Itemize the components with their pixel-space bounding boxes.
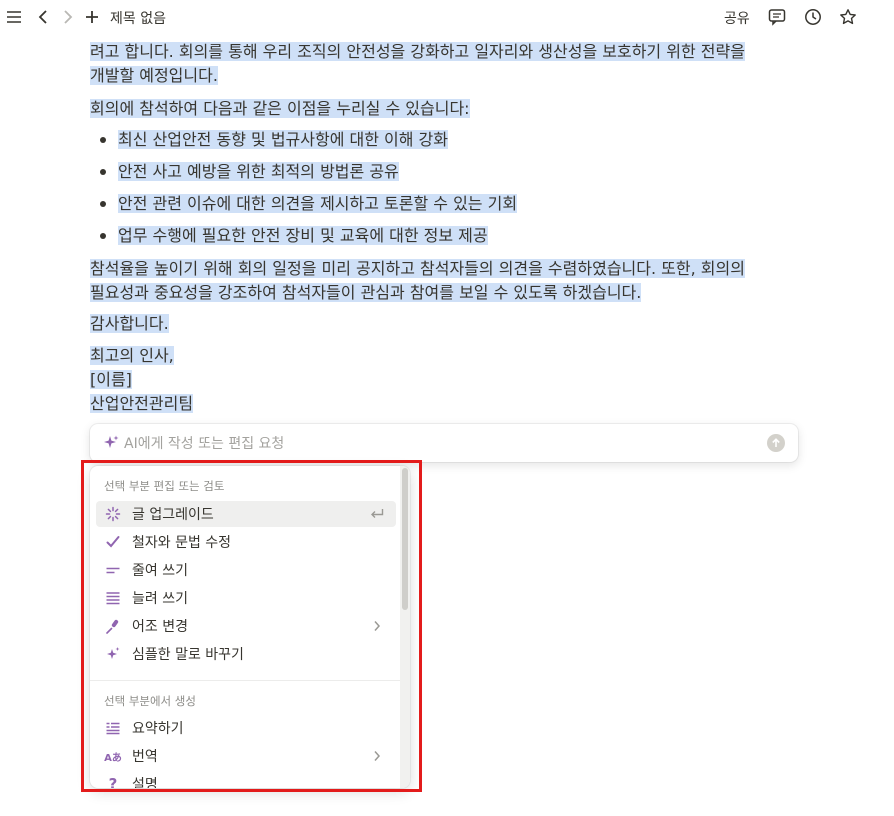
comment-icon[interactable]: [768, 8, 786, 26]
sparkles-icon: [104, 645, 122, 663]
paragraph-line: 참석율을 높이기 위해 회의 일정을 미리 공지하고 참석자들의 의견을 수렴하…: [90, 259, 745, 278]
share-button[interactable]: 공유: [724, 8, 750, 28]
enter-key-icon: [368, 505, 386, 523]
ai-sparkle-icon: [102, 434, 120, 452]
question-icon: ?: [108, 775, 118, 788]
signature-block[interactable]: 최고의 인사, [이름] 산업안전관리팀: [90, 344, 194, 416]
bullet-dot: [100, 201, 106, 207]
translate-icon: Aあ: [104, 752, 122, 764]
paragraph[interactable]: 회의에 참석하여 다음과 같은 이점을 누리실 수 있습니다:: [90, 97, 470, 121]
menu-item-make-longer[interactable]: 늘려 쓰기: [96, 585, 396, 611]
history-icon[interactable]: [804, 8, 822, 26]
menu-item-simplify[interactable]: 심플한 말로 바꾸기: [96, 641, 396, 667]
menu-item-label: 어조 변경: [132, 619, 188, 635]
menu-item-make-shorter[interactable]: 줄여 쓰기: [96, 557, 396, 583]
menu-item-improve-writing[interactable]: 글 업그레이드: [96, 501, 396, 527]
list-item-text: 최신 산업안전 동향 및 법규사항에 대한 이해 강화: [118, 130, 449, 149]
paragraph-line: 개발할 예정입니다.: [90, 66, 218, 85]
menu-item-label: 심플한 말로 바꾸기: [132, 647, 244, 663]
menu-item-label: 줄여 쓰기: [132, 563, 188, 579]
sparkle-burst-icon: [104, 505, 122, 523]
menu-item-change-tone[interactable]: 어조 변경: [96, 613, 396, 639]
short-lines-icon: [104, 561, 122, 579]
menu-icon[interactable]: [5, 8, 23, 26]
list-item[interactable]: 업무 수행에 필요한 안전 장비 및 교육에 대한 정보 제공: [118, 224, 488, 248]
paragraph[interactable]: 감사합니다.: [90, 312, 169, 336]
page-title[interactable]: 제목 없음: [110, 8, 166, 28]
team-text: 산업안전관리팀: [90, 394, 194, 413]
paragraph-line: 필요성과 중요성을 강조하여 참석자들이 관심과 참여를 보일 수 있도록 하겠…: [90, 283, 642, 302]
list-item-text: 안전 사고 예방을 위한 최적의 방법론 공유: [118, 162, 399, 181]
summary-icon: [104, 719, 122, 737]
send-arrow-icon[interactable]: [767, 434, 785, 452]
menu-item-summarize[interactable]: 요약하기: [96, 715, 396, 741]
menu-scrollbar-thumb[interactable]: [402, 468, 408, 610]
menu-scrollbar[interactable]: [400, 466, 410, 788]
thanks-text: 감사합니다.: [90, 314, 169, 333]
paragraph[interactable]: 참석율을 높이기 위해 회의 일정을 미리 공지하고 참석자들의 의견을 수렴하…: [90, 257, 745, 305]
list-item[interactable]: 최신 산업안전 동향 및 법규사항에 대한 이해 강화: [118, 128, 449, 152]
menu-item-label: 철자와 문법 수정: [132, 535, 232, 551]
mic-icon: [104, 617, 122, 635]
bullet-dot: [100, 233, 106, 239]
list-item-text: 업무 수행에 필요한 안전 장비 및 교육에 대한 정보 제공: [118, 226, 488, 245]
long-lines-icon: [104, 589, 122, 607]
ai-command-menu: 선택 부분 편집 또는 검토 글 업그레이드 철자와 문법 수정 줄여 쓰기 늘…: [90, 466, 410, 788]
chevron-right-icon: [368, 617, 386, 635]
list-item[interactable]: 안전 관련 이슈에 대한 의견을 제시하고 토론할 수 있는 기회: [118, 192, 518, 216]
section-title-edit: 선택 부분 편집 또는 검토: [104, 479, 225, 493]
menu-item-label: 번역: [132, 749, 158, 765]
name-text: [이름]: [90, 370, 132, 389]
check-icon: [104, 533, 122, 551]
paragraph-line: 려고 합니다. 회의를 통해 우리 조직의 안전성을 강화하고 일자리와 생산성…: [90, 42, 745, 61]
new-page-icon[interactable]: [83, 8, 101, 26]
back-icon[interactable]: [34, 8, 52, 26]
paragraph[interactable]: 려고 합니다. 회의를 통해 우리 조직의 안전성을 강화하고 일자리와 생산성…: [90, 40, 745, 88]
paragraph-line: 회의에 참석하여 다음과 같은 이점을 누리실 수 있습니다:: [90, 99, 470, 118]
list-item[interactable]: 안전 사고 예방을 위한 최적의 방법론 공유: [118, 160, 399, 184]
menu-item-fix-spelling[interactable]: 철자와 문법 수정: [96, 529, 396, 555]
ai-prompt-input[interactable]: AI에게 작성 또는 편집 요청: [90, 424, 798, 462]
menu-item-explain[interactable]: ? 설명: [96, 771, 396, 788]
list-item-text: 안전 관련 이슈에 대한 의견을 제시하고 토론할 수 있는 기회: [118, 194, 518, 213]
favorite-star-icon[interactable]: [839, 8, 857, 26]
menu-divider: [90, 680, 400, 681]
forward-icon[interactable]: [59, 8, 77, 26]
closing-text: 최고의 인사,: [90, 346, 174, 365]
bullet-dot: [100, 169, 106, 175]
menu-item-label: 요약하기: [132, 721, 184, 737]
bullet-dot: [100, 137, 106, 143]
chevron-right-icon: [368, 747, 386, 765]
menu-item-label: 설명: [132, 777, 158, 788]
menu-item-label: 글 업그레이드: [132, 507, 214, 523]
menu-item-label: 늘려 쓰기: [132, 591, 188, 607]
ai-prompt-placeholder: AI에게 작성 또는 편집 요청: [124, 436, 285, 452]
menu-item-translate[interactable]: Aあ 번역: [96, 743, 396, 769]
section-title-generate: 선택 부분에서 생성: [104, 694, 196, 708]
top-bar: 제목 없음 공유: [0, 0, 894, 34]
